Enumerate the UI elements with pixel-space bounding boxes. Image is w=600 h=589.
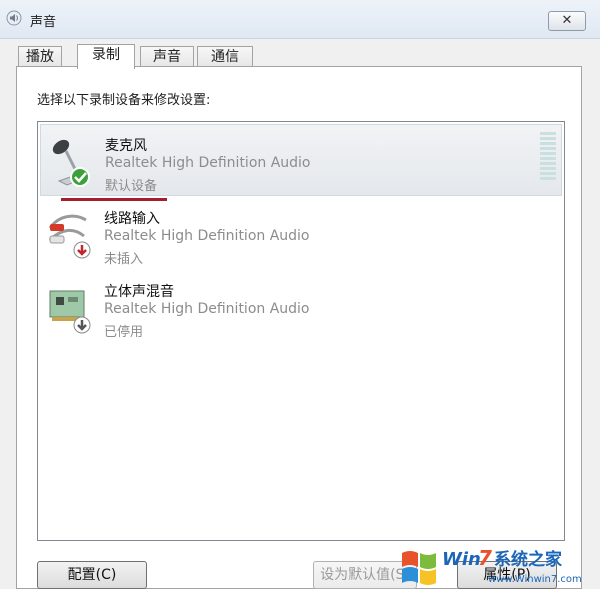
svg-text:系统之家: 系统之家	[494, 549, 562, 570]
svg-text:www.Winwin7.com: www.Winwin7.com	[488, 574, 582, 585]
device-item-stereo-mix[interactable]: 立体声混音 Realtek High Definition Audio 已停用	[40, 271, 562, 343]
device-driver: Realtek High Definition Audio	[104, 301, 310, 317]
level-meter	[540, 132, 556, 184]
close-icon: ✕	[561, 13, 573, 28]
title-bar: 声音 ✕	[0, 0, 600, 39]
recording-panel: 选择以下录制设备来修改设置: 麦克风 Realtek High Definiti…	[16, 66, 582, 589]
green-check-icon	[70, 167, 90, 187]
device-name: 线路输入	[104, 211, 160, 227]
svg-text:7: 7	[478, 546, 492, 570]
device-driver: Realtek High Definition Audio	[105, 155, 311, 171]
device-status: 默认设备	[105, 179, 158, 194]
device-name: 麦克风	[105, 138, 147, 154]
tab-communications[interactable]: 通信	[197, 46, 253, 67]
svg-text:Win: Win	[442, 549, 481, 570]
tab-sounds[interactable]: 声音	[140, 46, 194, 67]
instruction-label: 选择以下录制设备来修改设置:	[37, 93, 211, 108]
device-status: 已停用	[104, 325, 144, 340]
tab-playback[interactable]: 播放	[18, 46, 62, 67]
sound-card-icon	[49, 290, 91, 334]
line-in-cable-icon	[48, 214, 91, 259]
tab-recording[interactable]: 录制	[77, 44, 135, 69]
device-status: 未插入	[104, 252, 144, 267]
device-item-microphone[interactable]: 麦克风 Realtek High Definition Audio 默认设备	[40, 124, 562, 196]
device-driver: Realtek High Definition Audio	[104, 228, 310, 244]
device-name: 立体声混音	[104, 284, 174, 300]
close-button[interactable]: ✕	[548, 11, 586, 31]
device-item-line-in[interactable]: 线路输入 Realtek High Definition Audio 未插入	[40, 198, 562, 270]
microphone-icon	[52, 139, 90, 187]
device-list[interactable]: 麦克风 Realtek High Definition Audio 默认设备 线…	[37, 121, 565, 541]
win7-watermark-logo: Win 7 系统之家 www.Winwin7.com	[402, 546, 582, 585]
annotation-underline	[61, 198, 167, 201]
window-title: 声音	[30, 15, 57, 30]
speaker-icon	[6, 10, 22, 26]
configure-button[interactable]: 配置(C)	[37, 561, 147, 589]
